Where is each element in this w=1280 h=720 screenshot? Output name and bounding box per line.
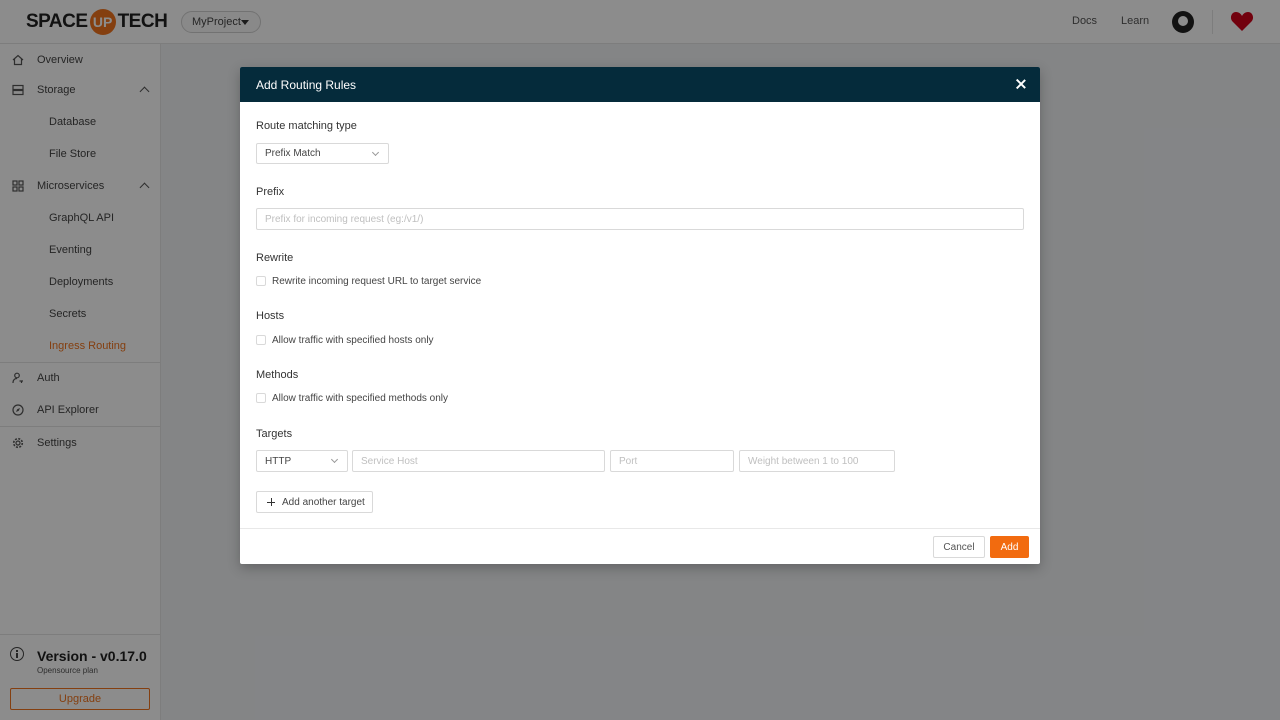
weight-input[interactable] [739, 450, 895, 472]
modal-header: Add Routing Rules [240, 67, 1040, 102]
route-matching-value: Prefix Match [265, 148, 321, 159]
add-button[interactable]: Add [990, 536, 1029, 558]
route-matching-select[interactable]: Prefix Match [256, 143, 389, 164]
add-another-target-button[interactable]: Add another target [256, 491, 373, 513]
modal-footer: Cancel Add [240, 528, 1040, 564]
modal-title: Add Routing Rules [256, 78, 357, 92]
port-input[interactable] [610, 450, 734, 472]
prefix-input[interactable] [256, 208, 1024, 230]
methods-checkbox[interactable] [256, 393, 266, 403]
target-scheme-value: HTTP [265, 455, 292, 467]
targets-label: Targets [256, 428, 293, 440]
close-icon[interactable] [1015, 78, 1027, 90]
prefix-label: Prefix [256, 186, 285, 198]
chevron-down-icon [330, 455, 339, 464]
rewrite-checkbox-row[interactable]: Rewrite incoming request URL to target s… [256, 274, 481, 288]
service-host-input[interactable] [352, 450, 605, 472]
rewrite-label: Rewrite [256, 252, 294, 264]
rewrite-checkbox[interactable] [256, 276, 266, 286]
methods-label: Methods [256, 369, 299, 381]
methods-checkbox-row[interactable]: Allow traffic with specified methods onl… [256, 391, 448, 405]
hosts-checkbox-row[interactable]: Allow traffic with specified hosts only [256, 333, 434, 347]
plus-icon [267, 498, 275, 506]
cancel-button[interactable]: Cancel [933, 536, 985, 558]
add-target-label: Add another target [282, 496, 365, 508]
route-matching-label: Route matching type [256, 120, 357, 132]
methods-checkbox-label: Allow traffic with specified methods onl… [272, 392, 449, 404]
hosts-checkbox[interactable] [256, 335, 266, 345]
hosts-label: Hosts [256, 310, 285, 322]
target-scheme-select[interactable]: HTTP [256, 450, 348, 472]
add-routing-rules-modal: Add Routing Rules Route matching type Pr… [240, 67, 1040, 564]
hosts-checkbox-label: Allow traffic with specified hosts only [272, 334, 434, 346]
chevron-down-icon [371, 148, 380, 157]
rewrite-checkbox-label: Rewrite incoming request URL to target s… [272, 275, 482, 287]
